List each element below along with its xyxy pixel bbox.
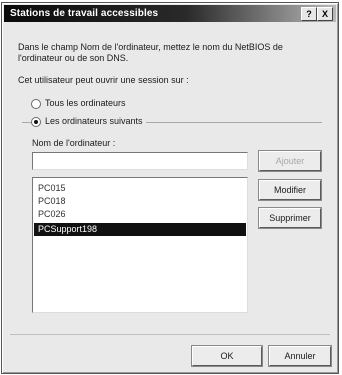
list-item[interactable]: PC018 xyxy=(34,195,246,208)
description-line-2: l'ordinateur ou de son DNS. xyxy=(18,53,129,63)
computer-name-label: Nom de l'ordinateur : xyxy=(32,138,116,148)
workstations-dialog: Stations de travail accessibles ? X Dans… xyxy=(1,2,339,374)
list-item[interactable]: PC015 xyxy=(34,182,246,195)
groupbox-top-right-line xyxy=(146,122,322,123)
window-title: Stations de travail accessibles xyxy=(10,8,159,19)
computer-list[interactable]: PC015 PC018 PC026 PCSupport198 xyxy=(32,177,248,313)
cancel-button[interactable]: Annuler xyxy=(268,345,332,367)
radio-selected-dot xyxy=(34,120,38,124)
modify-button[interactable]: Modifier xyxy=(258,179,322,201)
ok-button[interactable]: OK xyxy=(191,345,263,367)
help-button[interactable]: ? xyxy=(301,7,317,21)
computer-name-input[interactable] xyxy=(32,152,248,170)
delete-button[interactable]: Supprimer xyxy=(258,207,322,229)
dialog-separator xyxy=(10,334,330,335)
radio-all-computers[interactable] xyxy=(31,99,41,109)
list-item[interactable]: PC026 xyxy=(34,208,246,221)
description-line-1: Dans le champ Nom de l'ordinateur, mette… xyxy=(18,42,283,52)
add-button[interactable]: Ajouter xyxy=(258,150,322,172)
close-button[interactable]: X xyxy=(317,7,333,21)
logon-to-label: Cet utilisateur peut ouvrir une session … xyxy=(18,75,189,85)
list-item-selected[interactable]: PCSupport198 xyxy=(34,223,246,236)
title-bar: Stations de travail accessibles ? X xyxy=(4,5,336,22)
radio-following-computers-label[interactable]: Les ordinateurs suivants xyxy=(45,116,143,126)
radio-all-computers-label[interactable]: Tous les ordinateurs xyxy=(45,98,126,108)
radio-following-computers[interactable] xyxy=(31,117,41,127)
